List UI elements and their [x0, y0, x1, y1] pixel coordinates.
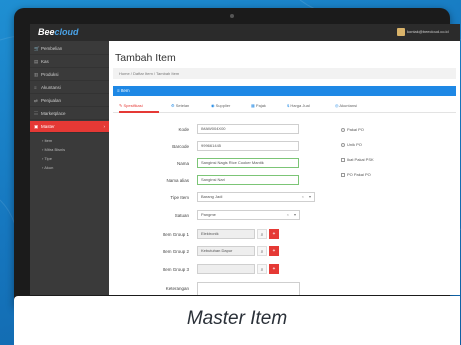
sidebar-item-marketplace[interactable]: ☷ Marketplace	[30, 108, 109, 120]
app-screen: Beecloud kontak@beecloud.co.id 🛒Pembelia…	[30, 24, 460, 295]
form-tabs: ✎ Spesifikasi ⚙ Setelan ◉ Supplier ▦ Paj…	[113, 101, 456, 113]
radio-icon	[341, 142, 345, 147]
chevron-down-icon: ▾	[293, 212, 296, 217]
item-group-3-add-button[interactable]: +	[269, 264, 279, 274]
kode-label: Kode	[178, 127, 189, 132]
tab-pajak[interactable]: ▦ Pajak	[251, 103, 266, 108]
item-group-1-input[interactable]: Elektronik	[197, 229, 255, 239]
item-group-1-label: Item Group 1	[162, 232, 189, 237]
nama-alias-label: Nama alias	[166, 178, 189, 183]
user-avatar-icon[interactable]	[397, 28, 405, 36]
tab-spesifikasi[interactable]: ✎ Spesifikasi	[119, 103, 143, 108]
nama-label: Nama	[176, 161, 189, 166]
checkbox-icon	[341, 157, 345, 162]
panel-header: ≡ Item	[113, 86, 456, 96]
option-unik-po[interactable]: Unik PO	[341, 142, 362, 147]
option-pakai-po[interactable]: Pakai PO	[341, 127, 364, 132]
pencil-icon: ✎	[119, 103, 123, 108]
tipe-item-select[interactable]: Barang Jadi × ▾	[197, 192, 315, 202]
breadcrumb[interactable]: Home / Daftar Item / Tambah Item	[113, 68, 456, 79]
chart-icon: ▥	[34, 72, 39, 77]
sidebar: 🛒Pembelian ▤ Kas ▥ Produksi ≡ Akuntansi ⇄ Pe…	[30, 41, 109, 295]
item-group-2-add-button[interactable]: +	[269, 246, 279, 256]
item-group-3-label: Item Group 3	[162, 267, 189, 272]
option-po-pakai-po[interactable]: PO Pakai PO	[341, 172, 371, 177]
box-icon: ▣	[34, 124, 39, 129]
sidebar-item-pembelian[interactable]: 🛒Pembelian	[30, 43, 109, 55]
chevron-down-icon: ▾	[308, 194, 311, 199]
clear-icon[interactable]: ×	[287, 211, 289, 219]
user-email[interactable]: kontak@beecloud.co.id	[407, 29, 449, 34]
sidebar-subitem-item[interactable]: › Item	[42, 138, 52, 143]
kode-input[interactable]: IMAW004X00	[197, 124, 299, 134]
sidebar-item-akuntansi[interactable]: ≡ Akuntansi	[30, 82, 109, 94]
nama-input[interactable]: Sanginsi Nagis Rice Cooker Mantik	[197, 158, 299, 168]
item-group-2-search-button[interactable]: ⌕	[257, 246, 267, 256]
app-logo[interactable]: Beecloud	[38, 27, 79, 37]
sidebar-item-penjualan[interactable]: ⇄ Penjualan	[30, 95, 109, 107]
sidebar-item-master[interactable]: ▣ Master ›	[30, 121, 109, 133]
main-content: Tambah Item Home / Daftar Item / Tambah …	[109, 41, 460, 295]
sidebar-subitem-tipe[interactable]: › Tipe	[42, 156, 52, 161]
item-group-3-input[interactable]	[197, 264, 255, 274]
camera-dot	[230, 14, 234, 18]
tipe-item-label: Tipe Item	[170, 195, 189, 200]
store-icon: ☷	[34, 111, 39, 116]
receipt-icon: ▦	[251, 103, 255, 108]
tab-harga-jual[interactable]: $ Harga Jual	[287, 103, 310, 108]
item-group-1-add-button[interactable]: +	[269, 229, 279, 239]
item-group-2-label: Item Group 2	[162, 249, 189, 254]
active-tab-indicator	[119, 111, 159, 113]
checkbox-icon	[341, 172, 345, 177]
user-icon: ◉	[211, 103, 215, 108]
page-title: Tambah Item	[115, 52, 176, 64]
item-group-2-input[interactable]: Kebutuhan Dapur	[197, 246, 255, 256]
sidebar-item-kas[interactable]: ▤ Kas	[30, 56, 109, 68]
tab-setelan[interactable]: ⚙ Setelan	[171, 103, 189, 108]
target-icon: ◎	[335, 103, 339, 108]
barcode-label: Barcode	[172, 144, 189, 149]
caption-banner: Master Item	[14, 296, 460, 345]
sidebar-subitem-akun[interactable]: › Akun	[42, 165, 53, 170]
cart-icon: 🛒	[34, 46, 40, 51]
tab-akuntansi[interactable]: ◎ Akuntansi	[335, 103, 357, 108]
clear-icon[interactable]: ×	[302, 193, 304, 201]
option-ikat-pakai-psk[interactable]: Ikat Pakai PSK	[341, 157, 374, 162]
item-group-1-search-button[interactable]: ⌕	[257, 229, 267, 239]
satuan-label: Satuan	[174, 213, 189, 218]
gear-icon: ⚙	[171, 103, 175, 108]
radio-icon	[341, 127, 345, 132]
tab-supplier[interactable]: ◉ Supplier	[211, 103, 230, 108]
sidebar-subitem-mitra-bisnis[interactable]: › Mitra Bisnis	[42, 147, 65, 152]
caption-text: Master Item	[186, 308, 288, 329]
keterangan-textarea[interactable]	[197, 282, 300, 295]
nama-alias-input[interactable]: Sanginsi Nari	[197, 175, 299, 185]
dollar-icon: $	[287, 103, 290, 108]
exchange-icon: ⇄	[34, 98, 38, 103]
barcode-input[interactable]: 999661445	[197, 141, 299, 151]
chevron-right-icon: ›	[103, 124, 106, 129]
satuan-select[interactable]: Pangme × ▾	[197, 210, 300, 220]
sidebar-item-produksi[interactable]: ▥ Produksi	[30, 69, 109, 81]
top-navbar: Beecloud kontak@beecloud.co.id	[30, 24, 460, 41]
ledger-icon: ≡	[34, 85, 37, 90]
keterangan-label: Keterangan	[165, 286, 189, 291]
cash-icon: ▤	[34, 59, 39, 64]
item-group-3-search-button[interactable]: ⌕	[257, 264, 267, 274]
